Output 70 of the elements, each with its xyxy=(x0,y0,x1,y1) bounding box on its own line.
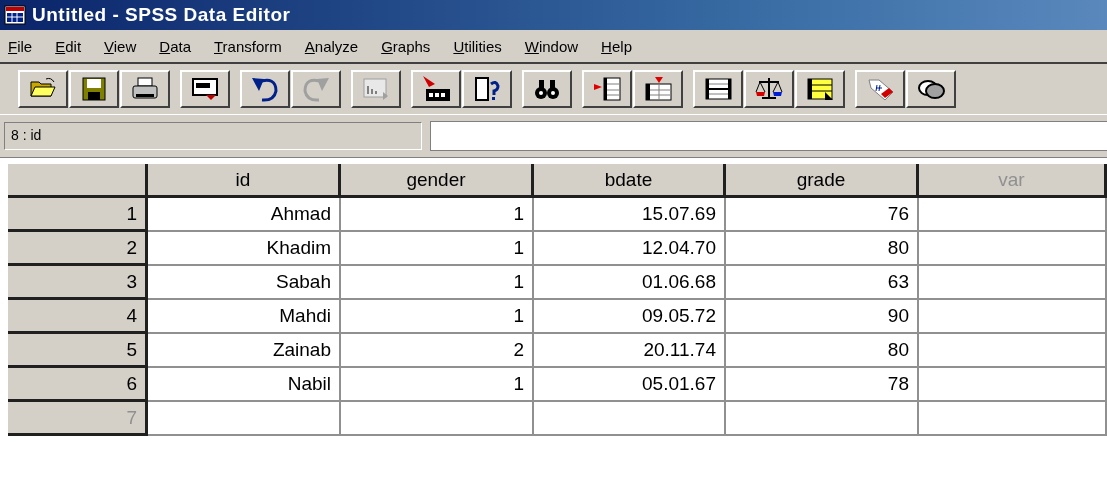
table-cell: 1 xyxy=(341,300,534,334)
row-number[interactable]: 2 xyxy=(8,232,148,266)
dialog-button[interactable] xyxy=(180,70,230,108)
scale-button[interactable] xyxy=(744,70,794,108)
column-header[interactable]: gender xyxy=(341,164,534,198)
cell-reference: 8 : id xyxy=(4,122,422,150)
table-cell: 20.11.74 xyxy=(534,334,726,368)
variables-button[interactable] xyxy=(462,70,512,108)
go-to-case-button[interactable] xyxy=(411,70,461,108)
table-cell: Ahmad xyxy=(148,198,341,232)
undo-button[interactable] xyxy=(240,70,290,108)
save-button[interactable] xyxy=(69,70,119,108)
table-cell: 1 xyxy=(341,266,534,300)
tag-button[interactable] xyxy=(855,70,905,108)
insert-row-icon xyxy=(592,74,622,104)
menu-item[interactable]: Graphs xyxy=(377,37,441,55)
table-cell: 12.04.70 xyxy=(534,232,726,266)
table-cell: 2 xyxy=(341,334,534,368)
menu-item[interactable]: Transform xyxy=(210,37,292,55)
row-number[interactable]: 5 xyxy=(8,334,148,368)
go-to-case-icon xyxy=(421,74,451,104)
menu-item[interactable]: Edit xyxy=(51,37,92,55)
table-cell: Sabah xyxy=(148,266,341,300)
table-cell: Nabil xyxy=(148,368,341,402)
table-cell: 1 xyxy=(341,198,534,232)
menu-item[interactable]: View xyxy=(100,37,147,55)
table-cell: 1 xyxy=(341,368,534,402)
column-header[interactable]: grade xyxy=(726,164,919,198)
select-cases-button[interactable] xyxy=(795,70,845,108)
insert-column-icon xyxy=(643,74,673,104)
table-cell: 05.01.67 xyxy=(534,368,726,402)
binoculars-button[interactable] xyxy=(522,70,572,108)
table-cell: Mahdi xyxy=(148,300,341,334)
menu-item[interactable]: File xyxy=(4,37,43,55)
table-cell: 1 xyxy=(341,232,534,266)
window-title: Untitled - SPSS Data Editor xyxy=(32,4,291,26)
redo-button[interactable] xyxy=(291,70,341,108)
table-cell: 09.05.72 xyxy=(534,300,726,334)
chart-button[interactable] xyxy=(351,70,401,108)
cell-value-field[interactable] xyxy=(430,121,1107,151)
insert-row-button[interactable] xyxy=(582,70,632,108)
table-cell: 78 xyxy=(726,368,919,402)
table-cell: 63 xyxy=(726,266,919,300)
variables-icon xyxy=(472,74,502,104)
save-icon xyxy=(79,74,109,104)
data-grid-icon xyxy=(4,5,26,25)
menu-item[interactable]: Utilities xyxy=(449,37,512,55)
menu-item[interactable]: Analyze xyxy=(300,37,369,55)
row-number[interactable]: 3 xyxy=(8,266,148,300)
table-cell: 76 xyxy=(726,198,919,232)
open-folder-button[interactable] xyxy=(18,70,68,108)
insert-column-button[interactable] xyxy=(633,70,683,108)
row-number[interactable]: 6 xyxy=(8,368,148,402)
table-cell: 80 xyxy=(726,232,919,266)
menu-item[interactable]: Help xyxy=(597,37,642,55)
table-cell: 01.06.68 xyxy=(534,266,726,300)
table-cell: 15.07.69 xyxy=(534,198,726,232)
sets-button[interactable] xyxy=(906,70,956,108)
table-cell: Zainab xyxy=(148,334,341,368)
column-header[interactable]: id xyxy=(148,164,341,198)
menu-item[interactable]: Window xyxy=(520,37,589,55)
print-button[interactable] xyxy=(120,70,170,108)
menu-item[interactable]: Data xyxy=(155,37,201,55)
table-cell: 90 xyxy=(726,300,919,334)
row-number[interactable]: 4 xyxy=(8,300,148,334)
column-header[interactable]: bdate xyxy=(534,164,726,198)
split-file-button[interactable] xyxy=(693,70,743,108)
row-number[interactable]: 1 xyxy=(8,198,148,232)
table-cell: 80 xyxy=(726,334,919,368)
table-cell: Khadim xyxy=(148,232,341,266)
